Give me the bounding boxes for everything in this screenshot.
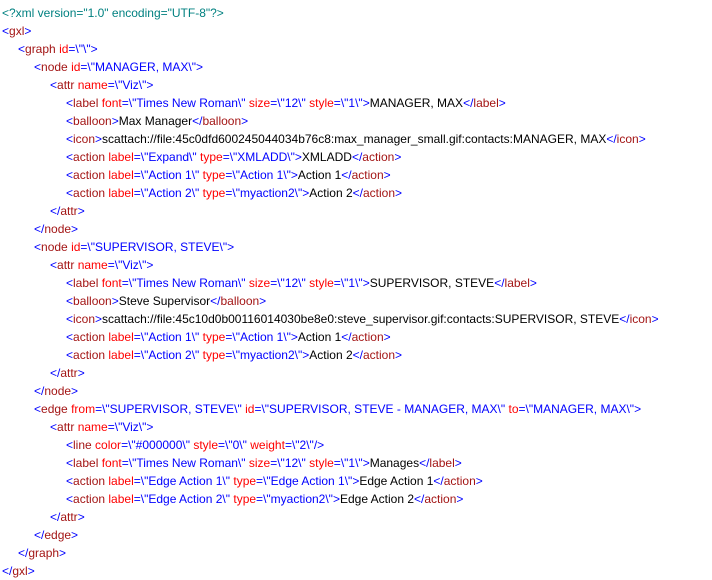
node2-id: \"SUPERVISOR, STEVE\" xyxy=(87,240,227,254)
node1-attrname: \"Viz\" xyxy=(115,78,147,92)
node2-action2: <action label=\"Action 2\" type=\"myacti… xyxy=(2,346,710,364)
node1-label-text: MANAGER, MAX xyxy=(370,96,463,110)
gxl-close: </gxl> xyxy=(2,562,710,580)
node1-attr-close: </attr> xyxy=(2,202,710,220)
edge-line: <line color=\"#000000\" style=\"0\" weig… xyxy=(2,436,710,454)
node2-balloon: <balloon>Steve Supervisor</balloon> xyxy=(2,292,710,310)
node1-open: <node id=\"MANAGER, MAX\"> xyxy=(2,58,710,76)
graph-id-val: \"\" xyxy=(75,42,90,56)
node2-attr-open: <attr name=\"Viz\"> xyxy=(2,256,710,274)
node2-icon: <icon>scattach://file:45c10d0b0011601403… xyxy=(2,310,710,328)
node1-id: \"MANAGER, MAX\" xyxy=(87,60,196,74)
prolog-text: <?xml version="1.0" encoding="UTF-8"?> xyxy=(2,6,224,20)
node1-balloon: <balloon>Max Manager</balloon> xyxy=(2,112,710,130)
edge-attr-open: <attr name=\"Viz\"> xyxy=(2,418,710,436)
node1-close: </node> xyxy=(2,220,710,238)
graph-close: </graph> xyxy=(2,544,710,562)
node2-action1: <action label=\"Action 1\" type=\"Action… xyxy=(2,328,710,346)
node1-action0: <action label=\"Expand\" type=\"XMLADD\"… xyxy=(2,148,710,166)
edge-action2: <action label=\"Edge Action 2\" type=\"m… xyxy=(2,490,710,508)
node1-label: <label font=\"Times New Roman\" size=\"1… xyxy=(2,94,710,112)
node2-open: <node id=\"SUPERVISOR, STEVE\"> xyxy=(2,238,710,256)
edge-open: <edge from=\"SUPERVISOR, STEVE\" id=\"SU… xyxy=(2,400,710,418)
node1-action1: <action label=\"Action 1\" type=\"Action… xyxy=(2,166,710,184)
code-block: <?xml version="1.0" encoding="UTF-8"?> <… xyxy=(2,4,710,580)
edge-close: </edge> xyxy=(2,526,710,544)
edge-attr-close: </attr> xyxy=(2,508,710,526)
xml-prolog: <?xml version="1.0" encoding="UTF-8"?> xyxy=(2,4,710,22)
node2-attr-close: </attr> xyxy=(2,364,710,382)
gxl-open: <gxl> xyxy=(2,22,710,40)
node2-close: </node> xyxy=(2,382,710,400)
graph-open: <graph id=\"\"> xyxy=(2,40,710,58)
edge-label: <label font=\"Times New Roman\" size=\"1… xyxy=(2,454,710,472)
node1-icon: <icon>scattach://file:45c0dfd60024504403… xyxy=(2,130,710,148)
node1-attr-open: <attr name=\"Viz\"> xyxy=(2,76,710,94)
node1-action2: <action label=\"Action 2\" type=\"myacti… xyxy=(2,184,710,202)
node2-label: <label font=\"Times New Roman\" size=\"1… xyxy=(2,274,710,292)
edge-action1: <action label=\"Edge Action 1\" type=\"E… xyxy=(2,472,710,490)
